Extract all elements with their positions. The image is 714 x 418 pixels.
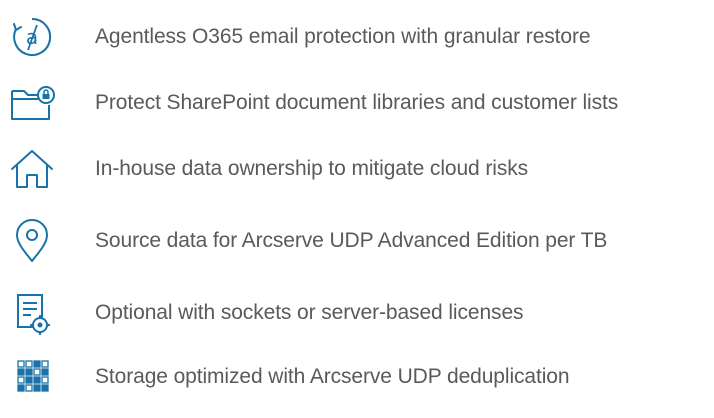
feature-item-deduplication: Storage optimized with Arcserve UDP dedu…: [0, 350, 714, 404]
feature-label: Protect SharePoint document libraries an…: [95, 91, 619, 114]
deduplication-grid-icon: [6, 350, 58, 404]
locked-folder-icon: [6, 76, 58, 130]
feature-item-o365: a Agentless O365 email protection with g…: [0, 10, 714, 64]
feature-item-licenses: Optional with sockets or server-based li…: [0, 286, 714, 340]
feature-item-source-data: Source data for Arcserve UDP Advanced Ed…: [0, 214, 714, 268]
house-icon: [6, 142, 58, 196]
license-document-gear-icon: [6, 286, 58, 340]
feature-label: Agentless O365 email protection with gra…: [95, 25, 591, 48]
feature-list: a Agentless O365 email protection with g…: [0, 0, 714, 418]
location-pin-icon: [6, 214, 58, 268]
feature-label: In-house data ownership to mitigate clou…: [95, 157, 529, 180]
feature-label: Optional with sockets or server-based li…: [95, 301, 524, 324]
feature-label: Source data for Arcserve UDP Advanced Ed…: [95, 229, 608, 252]
feature-label: Storage optimized with Arcserve UDP dedu…: [95, 365, 570, 388]
feature-item-in-house: In-house data ownership to mitigate clou…: [0, 142, 714, 196]
o365-email-icon: a: [6, 10, 58, 64]
feature-item-sharepoint: Protect SharePoint document libraries an…: [0, 76, 714, 130]
